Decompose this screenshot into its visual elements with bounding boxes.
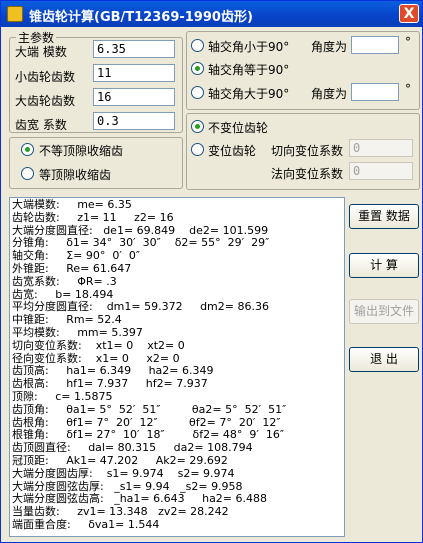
output-line: 大端分度圆齿厚: s1= 9.974 s2= 9.974 bbox=[12, 466, 235, 480]
unequal-clearance-label: 不等顶隙收缩齿 bbox=[39, 144, 124, 158]
normal-shift-input[interactable]: 0 bbox=[349, 162, 413, 180]
window-title: 锥齿轮计算(GB/T12369-1990齿形) bbox=[29, 10, 253, 25]
output-line: 分锥角: δ1= 34° 30′ 30″ δ2= 55° 29′ 29″ bbox=[12, 236, 270, 250]
output-line: 轴交角: Σ= 90° 0′ 0″ bbox=[12, 249, 140, 263]
shaft-angle-greater-label: 轴交角大于90° bbox=[208, 87, 290, 101]
output-line: 当量齿数: zv1= 13.348 zv2= 28.242 bbox=[12, 505, 229, 519]
angle-label-2: 角度为 bbox=[311, 87, 348, 101]
output-line: 平均分度圆直径: dm1= 59.372 dm2= 86.36 bbox=[12, 300, 269, 314]
title-bar[interactable]: 锥齿轮计算(GB/T12369-1990齿形) X bbox=[1, 1, 422, 27]
width-coef-input[interactable]: 0.3 bbox=[93, 112, 175, 130]
shaft-angle-equal-label: 轴交角等于90° bbox=[208, 63, 290, 77]
shaft-angle-greater-radio[interactable] bbox=[191, 86, 204, 99]
degree-mark-1: ° bbox=[405, 35, 411, 49]
output-line: 齿顶高: ha1= 6.349 ha2= 6.349 bbox=[12, 364, 214, 378]
output-line: 径向变位系数: x1= 0 x2= 0 bbox=[12, 351, 180, 365]
output-line: 齿宽: b= 18.494 bbox=[12, 287, 114, 301]
output-line: 顶隙: c= 1.5875 bbox=[12, 390, 113, 403]
shift-radio[interactable] bbox=[191, 143, 204, 156]
shaft-angle-less-radio[interactable] bbox=[191, 39, 204, 52]
output-line: 齿顶圆直径: dal= 80.315 da2= 108.794 bbox=[12, 441, 253, 455]
output-line: 齿顶角: θa1= 5° 52′ 51″ θa2= 5° 52′ 51″ bbox=[12, 402, 287, 416]
app-icon bbox=[7, 6, 23, 22]
z2-input[interactable]: 16 bbox=[93, 88, 175, 106]
angle-input-2[interactable] bbox=[351, 83, 399, 101]
equal-clearance-radio[interactable] bbox=[21, 167, 34, 180]
results-output[interactable]: 大端模数: me= 6.35 齿轮齿数: z1= 11 z2= 16 大端分度圆直径… bbox=[9, 197, 345, 537]
output-line: 齿根角: θf1= 7° 20′ 12″ θf2= 7° 20′ 12″ bbox=[12, 415, 281, 429]
shift-label: 变位齿轮 bbox=[208, 144, 257, 158]
output-line: 齿根高: hf1= 7.937 hf2= 7.937 bbox=[12, 377, 208, 391]
z2-label: 大齿轮齿数 bbox=[15, 94, 76, 108]
shaft-angle-equal-radio[interactable] bbox=[191, 62, 204, 75]
reset-button[interactable]: 重置 数据 bbox=[349, 204, 419, 229]
shaft-angle-less-label: 轴交角小于90° bbox=[208, 40, 290, 54]
output-line: 齿轮齿数: z1= 11 z2= 16 bbox=[12, 210, 174, 224]
no-shift-label: 不变位齿轮 bbox=[208, 121, 269, 135]
equal-clearance-label: 等顶隙收缩齿 bbox=[39, 168, 112, 182]
exit-button[interactable]: 退 出 bbox=[349, 347, 419, 372]
output-line: 大端分度圆弦齿高: _ha1= 6.643 ha2= 6.488 bbox=[12, 492, 268, 506]
z1-label: 小齿轮齿数 bbox=[15, 70, 76, 84]
output-line: 端面重合度: δva1= 1.544 bbox=[12, 518, 160, 531]
degree-mark-2: ° bbox=[405, 82, 411, 96]
app-window: 锥齿轮计算(GB/T12369-1990齿形) X 主参数 大端 模数 6.35… bbox=[0, 0, 423, 543]
tangential-shift-label: 切向变位系数 bbox=[271, 144, 344, 158]
angle-input-1[interactable] bbox=[351, 36, 399, 54]
output-line: 平均模数: mm= 5.397 bbox=[12, 326, 143, 339]
no-shift-radio[interactable] bbox=[191, 120, 204, 133]
unequal-clearance-radio[interactable] bbox=[21, 143, 34, 156]
output-line: 根锥角: δf1= 27° 10′ 18″ δf2= 48° 9′ 16″ bbox=[12, 428, 284, 442]
module-label: 大端 模数 bbox=[15, 45, 67, 59]
tangential-shift-input[interactable]: 0 bbox=[349, 139, 413, 157]
normal-shift-label: 法向变位系数 bbox=[271, 167, 344, 181]
output-line: 大端分度圆直径: de1= 69.849 de2= 101.599 bbox=[12, 223, 269, 237]
angle-label-1: 角度为 bbox=[311, 40, 348, 54]
output-line: 切向变位系数: xt1= 0 xt2= 0 bbox=[12, 338, 185, 352]
width-coef-label: 齿宽 系数 bbox=[15, 118, 67, 132]
module-input[interactable]: 6.35 bbox=[93, 40, 175, 58]
output-line: 中锥距: Rm= 52.4 bbox=[12, 313, 122, 327]
calculate-button[interactable]: 计 算 bbox=[349, 253, 419, 278]
output-line: 冠顶距: Ak1= 47.202 Ak2= 29.692 bbox=[12, 454, 228, 467]
close-button[interactable]: X bbox=[399, 4, 419, 23]
output-line: 大端模数: me= 6.35 bbox=[12, 198, 132, 211]
output-line: 大端分度圆弦齿厚: _s1= 9.94 _s2= 9.958 bbox=[12, 479, 243, 493]
z1-input[interactable]: 11 bbox=[93, 64, 175, 82]
export-button[interactable]: 输出到文件 bbox=[349, 299, 419, 324]
output-line: 齿宽系数: ΦR= .3 bbox=[12, 274, 117, 288]
output-line: 外锥距: Re= 61.647 bbox=[12, 262, 132, 275]
